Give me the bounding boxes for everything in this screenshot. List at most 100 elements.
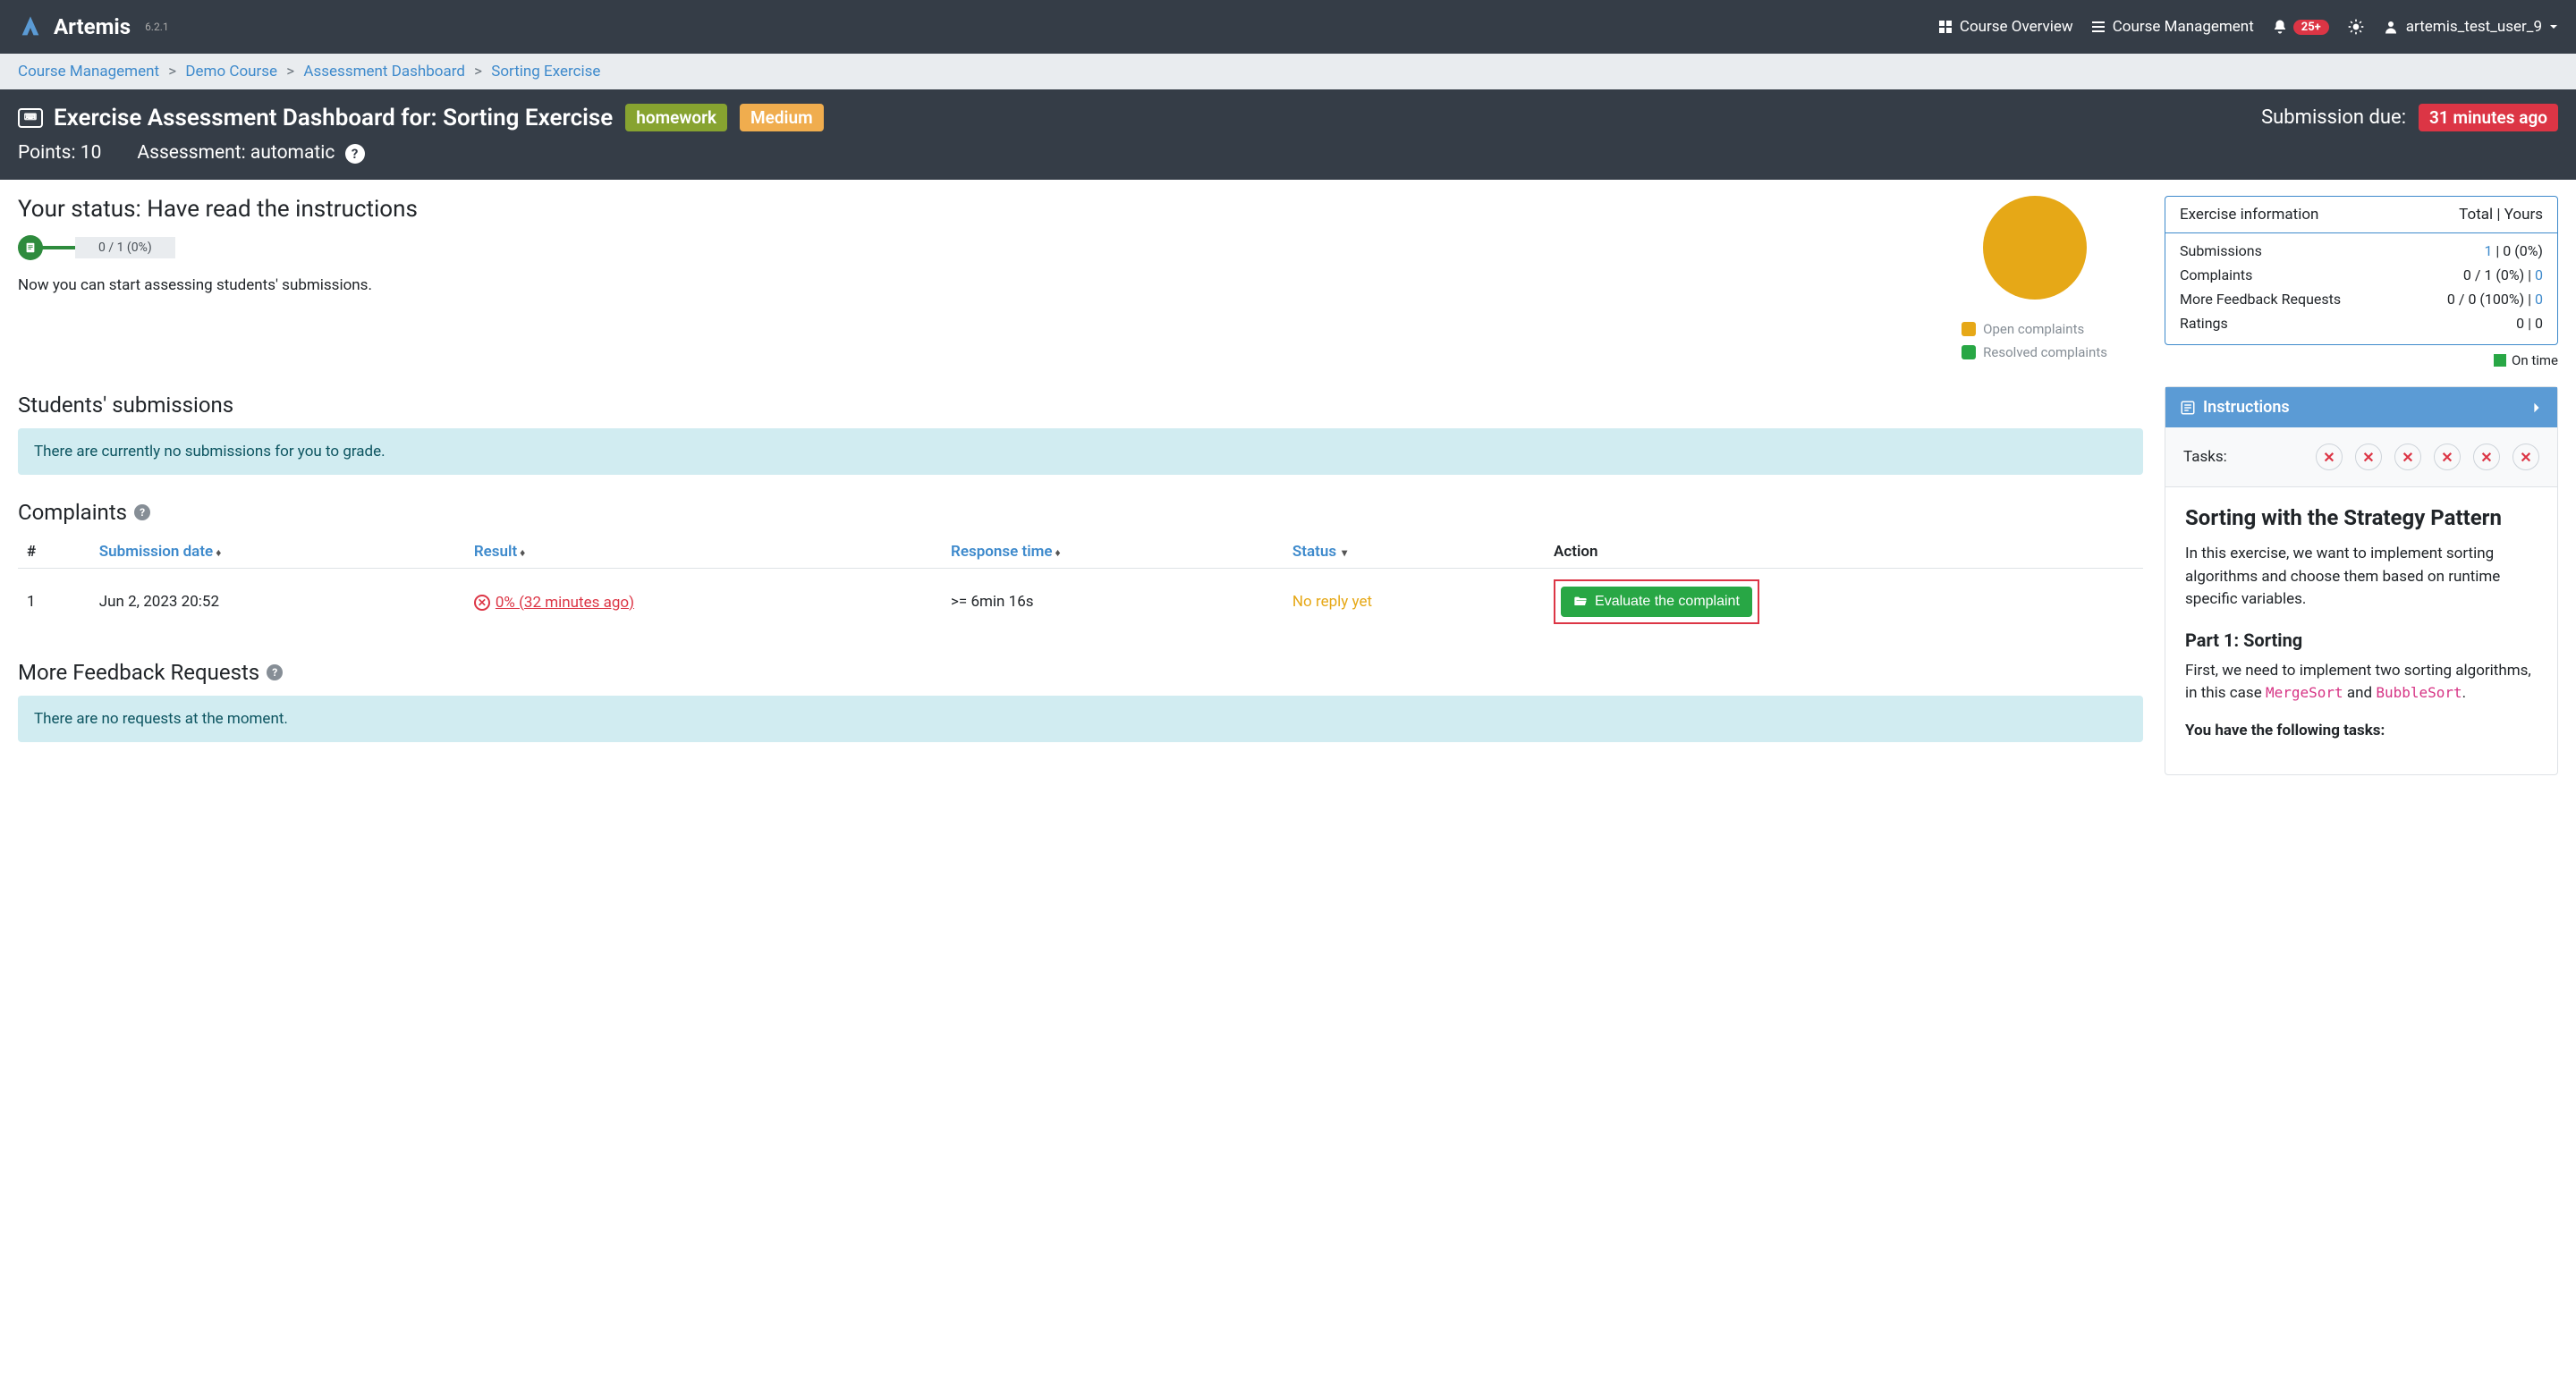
assessment-label: Assessment: automatic ? <box>137 142 364 164</box>
instructions-header[interactable]: Instructions <box>2165 387 2557 427</box>
task-status-fail-icon[interactable]: ✕ <box>2316 444 2343 470</box>
complaints-heading: Complaints ? <box>18 500 2143 525</box>
info-total: 0 / 0 (100%) <box>2447 291 2524 308</box>
legend-label: Open complaints <box>1983 321 2084 337</box>
col-label: Status <box>1292 543 1336 561</box>
info-yours-link[interactable]: 0 <box>2535 266 2543 283</box>
col-status[interactable]: Status ▾ <box>1284 536 1545 569</box>
notifications-button[interactable]: 25+ <box>2272 19 2329 35</box>
progress-text: 0 / 1 (0%) <box>75 237 175 258</box>
breadcrumb-item[interactable]: Course Management <box>18 63 159 80</box>
task-status-fail-icon[interactable]: ✕ <box>2512 444 2539 470</box>
col-submission-date[interactable]: Submission date♦ <box>90 536 465 569</box>
highlighted-action: Evaluate the complaint <box>1554 579 1759 624</box>
info-row-submissions: Submissions 1 | 0 (0%) <box>2180 239 2543 263</box>
result-link[interactable]: 0% (32 minutes ago) <box>496 594 634 612</box>
user-menu[interactable]: artemis_test_user_9 <box>2383 18 2558 36</box>
col-label: Response time <box>951 543 1053 561</box>
legend-open-complaints: Open complaints <box>1962 321 2107 337</box>
section-title: Complaints <box>18 500 127 525</box>
cell-action: Evaluate the complaint <box>1545 569 2143 636</box>
instructions-title: Sorting with the Strategy Pattern <box>2185 505 2538 530</box>
complaints-pie-chart: Open complaints Resolved complaints <box>1962 196 2107 367</box>
page-title-text: Exercise Assessment Dashboard for: Sorti… <box>54 105 613 131</box>
page-title: ⌨ Exercise Assessment Dashboard for: Sor… <box>18 105 613 131</box>
bell-icon <box>2272 19 2288 35</box>
navbar-brand[interactable]: Artemis 6.2.1 <box>18 14 169 39</box>
tasks-label: Tasks: <box>2183 448 2227 466</box>
info-header-left: Exercise information <box>2180 206 2459 224</box>
col-response-time[interactable]: Response time♦ <box>942 536 1284 569</box>
text-fragment: and <box>2343 684 2377 702</box>
difficulty-badge: Medium <box>740 104 824 131</box>
info-value: 0 / 0 (100%) | 0 <box>2447 291 2543 308</box>
legend-swatch <box>1962 322 1976 336</box>
progress-step-icon <box>18 235 43 260</box>
status-title: Your status: Have read the instructions <box>18 196 418 223</box>
instructions-header-label: Instructions <box>2203 398 2290 417</box>
info-header-right: Total | Yours <box>2459 206 2543 224</box>
help-icon[interactable]: ? <box>267 664 283 680</box>
nav-link-label: Course Management <box>2113 18 2254 36</box>
cell-index: 1 <box>18 569 90 636</box>
info-row-feedback: More Feedback Requests 0 / 0 (100%) | 0 <box>2180 287 2543 311</box>
breadcrumb-item[interactable]: Assessment Dashboard <box>303 63 465 80</box>
col-action: Action <box>1545 536 2143 569</box>
code-mergesort: MergeSort <box>2266 684 2343 701</box>
feedback-empty-alert: There are no requests at the moment. <box>18 696 2143 742</box>
breadcrumb-item[interactable]: Demo Course <box>185 63 277 80</box>
folder-open-icon <box>1573 595 1588 609</box>
points-label: Points: 10 <box>18 142 101 164</box>
info-total: 0 <box>2516 315 2524 332</box>
button-label: Evaluate the complaint <box>1595 594 1740 610</box>
text-fragment: . <box>2462 684 2466 702</box>
legend-label: Resolved complaints <box>1983 344 2107 360</box>
info-label: Ratings <box>2180 315 2516 332</box>
sort-icon: ♦ <box>216 546 221 559</box>
task-status-fail-icon[interactable]: ✕ <box>2473 444 2500 470</box>
info-yours: 0 (0%) <box>2503 242 2543 259</box>
submissions-heading: Students' submissions <box>18 393 2143 418</box>
col-index: # <box>18 536 90 569</box>
help-icon[interactable]: ? <box>345 144 365 164</box>
tasks-row: Tasks: ✕ ✕ ✕ ✕ ✕ ✕ <box>2165 427 2557 487</box>
cell-response: >= 6min 16s <box>942 569 1284 636</box>
submission-due-label: Submission due: <box>2261 106 2406 129</box>
sort-icon: ▾ <box>1339 546 1347 559</box>
task-status-fail-icon[interactable]: ✕ <box>2434 444 2461 470</box>
sun-icon <box>2347 18 2365 36</box>
fail-icon: ✕ <box>474 595 490 611</box>
help-icon[interactable]: ? <box>134 504 150 520</box>
info-label: Submissions <box>2180 242 2484 259</box>
theme-toggle-button[interactable] <box>2347 18 2365 36</box>
breadcrumb-sep: > <box>168 63 176 80</box>
info-value: 0 | 0 <box>2516 315 2543 332</box>
grid-icon <box>1938 20 1953 34</box>
instructions-body: Sorting with the Strategy Pattern In thi… <box>2165 487 2557 774</box>
col-label: Result <box>474 543 517 561</box>
task-status-fail-icon[interactable]: ✕ <box>2394 444 2421 470</box>
tasks-intro: You have the following tasks: <box>2185 722 2385 739</box>
submissions-empty-alert: There are currently no submissions for y… <box>18 428 2143 475</box>
cell-status: No reply yet <box>1284 569 1545 636</box>
version-label: 6.2.1 <box>145 21 169 33</box>
nav-course-management[interactable]: Course Management <box>2091 18 2254 36</box>
category-badge: homework <box>625 104 727 131</box>
brand-name: Artemis <box>54 14 131 39</box>
user-icon <box>2383 19 2399 35</box>
col-result[interactable]: Result♦ <box>465 536 942 569</box>
info-total-link[interactable]: 1 <box>2484 242 2492 259</box>
task-status-fail-icon[interactable]: ✕ <box>2355 444 2382 470</box>
submission-due-badge: 31 minutes ago <box>2419 104 2558 131</box>
cell-result: ✕ 0% (32 minutes ago) <box>465 569 942 636</box>
evaluate-complaint-button[interactable]: Evaluate the complaint <box>1561 587 1752 617</box>
page-header: ⌨ Exercise Assessment Dashboard for: Sor… <box>0 89 2576 180</box>
list-icon <box>2091 20 2106 34</box>
nav-course-overview[interactable]: Course Overview <box>1938 18 2073 36</box>
status-description: Now you can start assessing students' su… <box>18 276 418 294</box>
complaint-row: 1 Jun 2, 2023 20:52 ✕ 0% (32 minutes ago… <box>18 569 2143 636</box>
info-yours-link[interactable]: 0 <box>2535 291 2543 308</box>
pie-chart <box>1983 196 2087 300</box>
breadcrumb-item[interactable]: Sorting Exercise <box>491 63 600 80</box>
on-time-swatch <box>2494 354 2506 367</box>
